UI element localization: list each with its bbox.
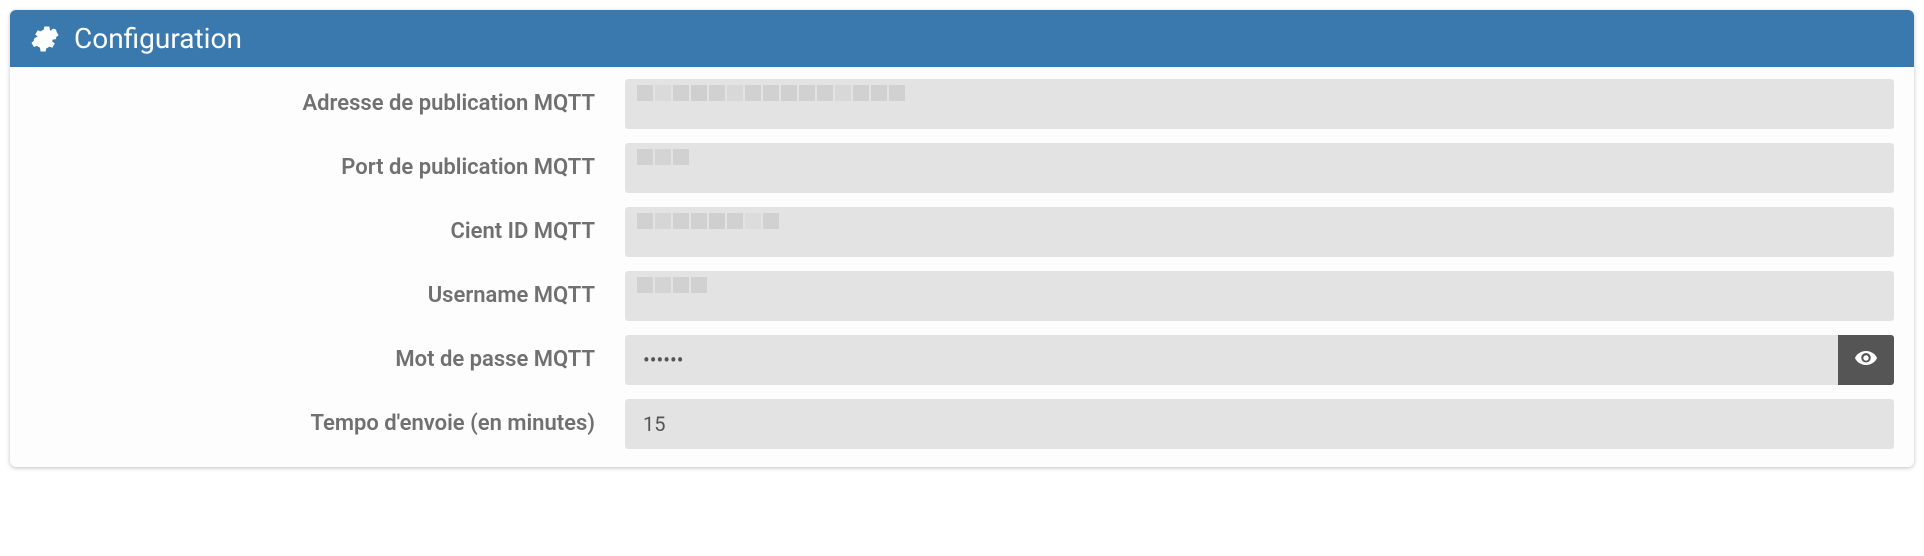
mqtt-port-input[interactable]	[625, 143, 1894, 193]
row-mqtt-password: Mot de passe MQTT	[30, 335, 1894, 385]
label-mqtt-username: Username MQTT	[30, 271, 625, 321]
mqtt-username-input[interactable]	[625, 271, 1894, 321]
mqtt-clientid-input[interactable]	[625, 207, 1894, 257]
redacted-content	[637, 149, 689, 165]
redacted-content	[637, 85, 905, 101]
label-mqtt-address: Adresse de publication MQTT	[30, 79, 625, 129]
redacted-content	[637, 277, 707, 293]
gears-icon	[30, 24, 60, 54]
mqtt-address-input[interactable]	[625, 79, 1894, 129]
redacted-content	[637, 213, 779, 229]
label-mqtt-password: Mot de passe MQTT	[30, 335, 625, 385]
eye-icon	[1854, 346, 1878, 374]
configuration-panel: Configuration Adresse de publication MQT…	[10, 10, 1914, 467]
panel-title: Configuration	[74, 22, 242, 55]
panel-body: Adresse de publication MQTT Port de publ…	[10, 67, 1914, 467]
label-mqtt-port: Port de publication MQTT	[30, 143, 625, 193]
row-mqtt-username: Username MQTT	[30, 271, 1894, 321]
tempo-input[interactable]	[625, 399, 1894, 449]
reveal-password-button[interactable]	[1838, 335, 1894, 385]
label-mqtt-clientid: Cient ID MQTT	[30, 207, 625, 257]
panel-header: Configuration	[10, 10, 1914, 67]
label-tempo: Tempo d'envoie (en minutes)	[30, 399, 625, 449]
row-tempo: Tempo d'envoie (en minutes)	[30, 399, 1894, 449]
row-mqtt-address: Adresse de publication MQTT	[30, 79, 1894, 129]
row-mqtt-clientid: Cient ID MQTT	[30, 207, 1894, 257]
row-mqtt-port: Port de publication MQTT	[30, 143, 1894, 193]
mqtt-password-input[interactable]	[625, 335, 1838, 385]
